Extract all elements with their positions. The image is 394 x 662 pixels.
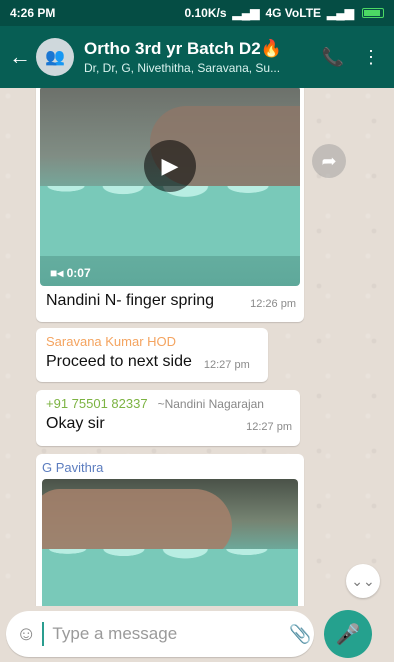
message-row: Okay sir 12:27 pm [46, 415, 292, 433]
message-time: 12:27 pm [246, 421, 292, 433]
group-info[interactable]: Ortho 3rd yr Batch D2🔥 Dr, Dr, G, Niveth… [84, 39, 322, 75]
teeth-model-image [42, 549, 298, 606]
sender-alias: ~Nandini Nagarajan [157, 397, 264, 411]
forward-icon[interactable]: ➦ [312, 144, 346, 178]
chat-header: ← 👥 Ortho 3rd yr Batch D2🔥 Dr, Dr, G, Ni… [0, 26, 394, 88]
add-call-icon[interactable]: 📞 [322, 47, 344, 68]
attach-icon[interactable]: 📎 [289, 624, 311, 645]
battery-icon [362, 8, 384, 18]
message-time: 12:26 pm [250, 298, 296, 310]
play-icon[interactable]: ▶ [144, 140, 196, 192]
message-input[interactable] [42, 622, 276, 646]
message-input-container: ☺ 📎 📷 [6, 611, 348, 657]
scroll-down-icon[interactable]: ⌄⌄ [346, 564, 380, 598]
back-arrow-icon[interactable]: ← [6, 44, 34, 70]
video-thumbnail[interactable] [42, 479, 298, 606]
group-people-icon: 👥 [45, 49, 65, 66]
status-time: 4:26 PM [10, 6, 56, 20]
status-bar: 4:26 PM 0.10K/s ▂▄▆ 4G VoLTE ▂▄▆ [0, 0, 394, 26]
header-actions: 📞 ⋮ [322, 47, 380, 68]
chat-area[interactable]: ▶ ■◂ 0:07 Nandini N- finger spring 12:26… [0, 88, 394, 606]
group-title: Ortho 3rd yr Batch D2🔥 [84, 39, 282, 58]
signal-icon-2: ▂▄▆ [327, 6, 354, 20]
message-text: Okay sir [46, 415, 105, 432]
emoji-icon[interactable]: ☺ [16, 623, 36, 646]
fire-icon: 🔥 [260, 39, 282, 58]
message-video-4[interactable]: G Pavithra [36, 454, 304, 606]
sender-name: G Pavithra [42, 460, 104, 475]
sender-line: +91 75501 82337 ~Nandini Nagarajan [46, 396, 292, 415]
more-options-icon[interactable]: ⋮ [362, 47, 380, 68]
network-speed: 0.10K/s [184, 6, 227, 20]
video-caption: Nandini N- finger spring [46, 292, 215, 309]
caption-row: Nandini N- finger spring 12:26 pm [40, 286, 300, 310]
input-bar: ☺ 📎 📷 🎤 [0, 606, 394, 662]
message-video-1[interactable]: ▶ ■◂ 0:07 Nandini N- finger spring 12:26… [36, 88, 304, 322]
video-camera-icon: ■◂ [50, 266, 64, 280]
sender-name: Saravana Kumar HOD [46, 334, 177, 349]
status-indicators: 0.10K/s ▂▄▆ 4G VoLTE ▂▄▆ [184, 6, 384, 20]
group-participants: Dr, Dr, G, Nivethitha, Saravana, Su... [84, 61, 281, 75]
message-row: Proceed to next side 12:27 pm [46, 353, 260, 371]
network-type: 4G VoLTE [265, 6, 322, 20]
message-text-2[interactable]: Saravana Kumar HOD Proceed to next side … [36, 328, 268, 382]
message-text: Proceed to next side [46, 353, 192, 370]
group-avatar[interactable]: 👥 [36, 38, 74, 76]
sender-phone: +91 75501 82337 [46, 396, 148, 411]
video-thumbnail[interactable]: ▶ ■◂ 0:07 [40, 88, 300, 286]
signal-icon: ▂▄▆ [232, 6, 260, 20]
message-text-3[interactable]: +91 75501 82337 ~Nandini Nagarajan Okay … [36, 390, 300, 446]
video-duration: ■◂ 0:07 [50, 266, 91, 280]
teeth-model-image [40, 186, 300, 256]
mic-icon[interactable]: 🎤 [324, 610, 372, 658]
message-time: 12:27 pm [203, 359, 250, 371]
